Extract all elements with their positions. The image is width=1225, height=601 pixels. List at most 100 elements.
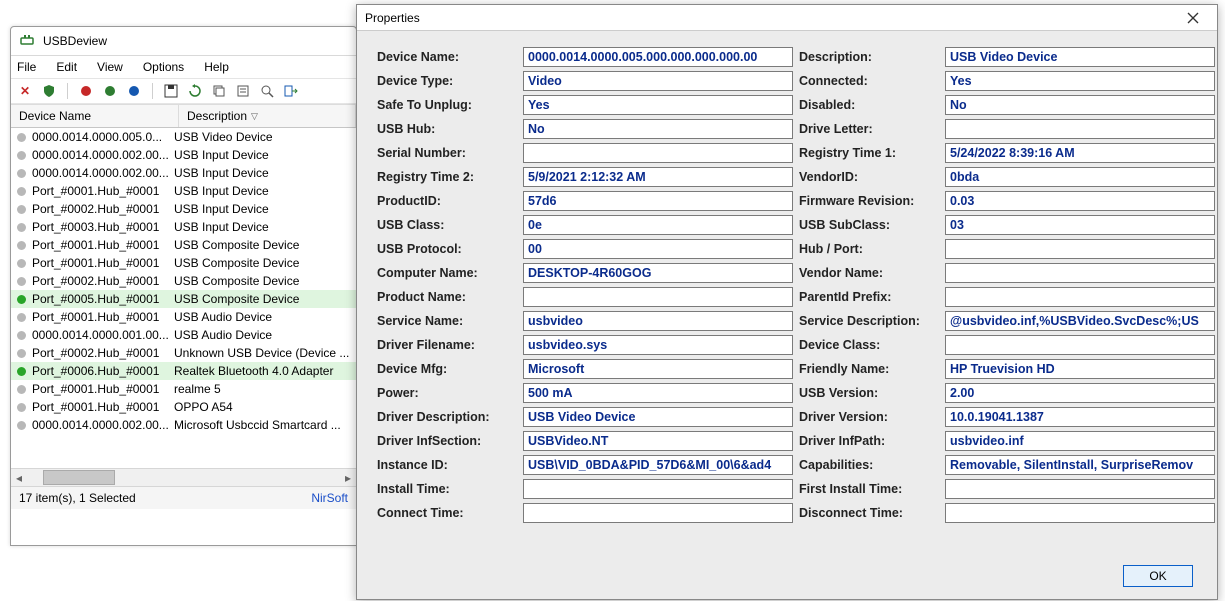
table-row[interactable]: 0000.0014.0000.001.00...USB Audio Device — [11, 326, 356, 344]
titlebar[interactable]: USBDeview — [11, 27, 356, 56]
value-hub-port[interactable] — [945, 239, 1215, 259]
value-device-type[interactable]: Video — [523, 71, 793, 91]
value-driver-description[interactable]: USB Video Device — [523, 407, 793, 427]
value-driver-filename[interactable]: usbvideo.sys — [523, 335, 793, 355]
ok-button[interactable]: OK — [1123, 565, 1193, 587]
value-usb-class[interactable]: 0e — [523, 215, 793, 235]
status-dot-icon — [17, 313, 26, 322]
menu-file[interactable]: File — [15, 58, 38, 76]
status-dot-icon — [17, 133, 26, 142]
menu-options[interactable]: Options — [141, 58, 186, 76]
table-row[interactable]: 0000.0014.0000.002.00...USB Input Device — [11, 146, 356, 164]
label-power: Power: — [377, 386, 517, 400]
table-row[interactable]: Port_#0003.Hub_#0001USB Input Device — [11, 218, 356, 236]
value-computer-name[interactable]: DESKTOP-4R60GOG — [523, 263, 793, 283]
value-registry-time-1[interactable]: 5/24/2022 8:39:16 AM — [945, 143, 1215, 163]
value-driver-infpath[interactable]: usbvideo.inf — [945, 431, 1215, 451]
value-usb-subclass[interactable]: 03 — [945, 215, 1215, 235]
value-power[interactable]: 500 mA — [523, 383, 793, 403]
label-driver-infsection: Driver InfSection: — [377, 434, 517, 448]
label-vendor-name: Vendor Name: — [799, 266, 939, 280]
column-header-name[interactable]: Device Name — [11, 105, 179, 127]
value-drive-letter[interactable] — [945, 119, 1215, 139]
cell-description: USB Input Device — [174, 220, 356, 234]
table-row[interactable]: 0000.0014.0000.002.00...Microsoft Usbcci… — [11, 416, 356, 434]
table-row[interactable]: 0000.0014.0000.005.0...USB Video Device — [11, 128, 356, 146]
value-vendor-id[interactable]: 0bda — [945, 167, 1215, 187]
value-service-description[interactable]: @usbvideo.inf,%USBVideo.SvcDesc%;US — [945, 311, 1215, 331]
dot-red-icon[interactable] — [78, 83, 94, 99]
delete-icon[interactable]: ✕ — [17, 83, 33, 99]
table-row[interactable]: Port_#0001.Hub_#0001OPPO A54 — [11, 398, 356, 416]
scroll-thumb[interactable] — [43, 470, 115, 485]
cell-device-name: 0000.0014.0000.002.00... — [32, 418, 174, 432]
status-dot-icon — [17, 223, 26, 232]
menu-view[interactable]: View — [95, 58, 125, 76]
refresh-icon[interactable] — [187, 83, 203, 99]
scroll-right-icon[interactable]: ▸ — [340, 470, 356, 486]
scroll-left-icon[interactable]: ◂ — [11, 470, 27, 486]
value-connected[interactable]: Yes — [945, 71, 1215, 91]
column-header-description[interactable]: Description ▽ — [179, 105, 356, 127]
menu-edit[interactable]: Edit — [54, 58, 79, 76]
table-row[interactable]: Port_#0001.Hub_#0001USB Composite Device — [11, 254, 356, 272]
value-parentid-prefix[interactable] — [945, 287, 1215, 307]
table-row[interactable]: Port_#0001.Hub_#0001realme 5 — [11, 380, 356, 398]
table-row[interactable]: Port_#0002.Hub_#0001USB Composite Device — [11, 272, 356, 290]
value-capabilities[interactable]: Removable, SilentInstall, SurpriseRemov — [945, 455, 1215, 475]
table-row[interactable]: 0000.0014.0000.002.00...USB Input Device — [11, 164, 356, 182]
table-row[interactable]: Port_#0001.Hub_#0001USB Input Device — [11, 182, 356, 200]
label-device-type: Device Type: — [377, 74, 517, 88]
copy-icon[interactable] — [211, 83, 227, 99]
value-disabled[interactable]: No — [945, 95, 1215, 115]
value-driver-version[interactable]: 10.0.19041.1387 — [945, 407, 1215, 427]
horizontal-scrollbar[interactable]: ◂ ▸ — [11, 468, 356, 486]
sort-desc-icon: ▽ — [251, 111, 258, 122]
status-dot-icon — [17, 241, 26, 250]
table-row[interactable]: Port_#0005.Hub_#0001USB Composite Device — [11, 290, 356, 308]
properties-icon[interactable] — [235, 83, 251, 99]
dot-blue-icon[interactable] — [126, 83, 142, 99]
value-safe-to-unplug[interactable]: Yes — [523, 95, 793, 115]
value-product-id[interactable]: 57d6 — [523, 191, 793, 211]
value-registry-time-2[interactable]: 5/9/2021 2:12:32 AM — [523, 167, 793, 187]
value-product-name[interactable] — [523, 287, 793, 307]
table-row[interactable]: Port_#0001.Hub_#0001USB Composite Device — [11, 236, 356, 254]
value-friendly-name[interactable]: HP Truevision HD — [945, 359, 1215, 379]
table-row[interactable]: Port_#0006.Hub_#0001Realtek Bluetooth 4.… — [11, 362, 356, 380]
menu-help[interactable]: Help — [202, 58, 231, 76]
dialog-titlebar[interactable]: Properties — [357, 5, 1217, 31]
value-install-time[interactable] — [523, 479, 793, 499]
exit-icon[interactable] — [283, 83, 299, 99]
value-connect-time[interactable] — [523, 503, 793, 523]
value-firmware-revision[interactable]: 0.03 — [945, 191, 1215, 211]
shield-icon[interactable] — [41, 83, 57, 99]
table-row[interactable]: Port_#0002.Hub_#0001USB Input Device — [11, 200, 356, 218]
dot-green-icon[interactable] — [102, 83, 118, 99]
value-vendor-name[interactable] — [945, 263, 1215, 283]
value-usb-version[interactable]: 2.00 — [945, 383, 1215, 403]
value-driver-infsection[interactable]: USBVideo.NT — [523, 431, 793, 451]
nirsoft-link[interactable]: NirSoft — [311, 491, 348, 505]
value-usb-hub[interactable]: No — [523, 119, 793, 139]
table-row[interactable]: Port_#0002.Hub_#0001Unknown USB Device (… — [11, 344, 356, 362]
value-description[interactable]: USB Video Device — [945, 47, 1215, 67]
value-usb-protocol[interactable]: 00 — [523, 239, 793, 259]
table-row[interactable]: Port_#0001.Hub_#0001USB Audio Device — [11, 308, 356, 326]
status-dot-icon — [17, 187, 26, 196]
label-driver-description: Driver Description: — [377, 410, 517, 424]
find-icon[interactable] — [259, 83, 275, 99]
device-list[interactable]: 0000.0014.0000.005.0...USB Video Device0… — [11, 128, 356, 468]
value-first-install-time[interactable] — [945, 479, 1215, 499]
value-service-name[interactable]: usbvideo — [523, 311, 793, 331]
close-icon[interactable] — [1177, 8, 1209, 28]
value-device-class[interactable] — [945, 335, 1215, 355]
value-device-mfg[interactable]: Microsoft — [523, 359, 793, 379]
label-registry-time-1: Registry Time 1: — [799, 146, 939, 160]
value-serial-number[interactable] — [523, 143, 793, 163]
save-icon[interactable] — [163, 83, 179, 99]
value-device-name[interactable]: 0000.0014.0000.005.000.000.000.000.00 — [523, 47, 793, 67]
label-friendly-name: Friendly Name: — [799, 362, 939, 376]
value-disconnect-time[interactable] — [945, 503, 1215, 523]
value-instance-id[interactable]: USB\VID_0BDA&PID_57D6&MI_00\6&ad4 — [523, 455, 793, 475]
